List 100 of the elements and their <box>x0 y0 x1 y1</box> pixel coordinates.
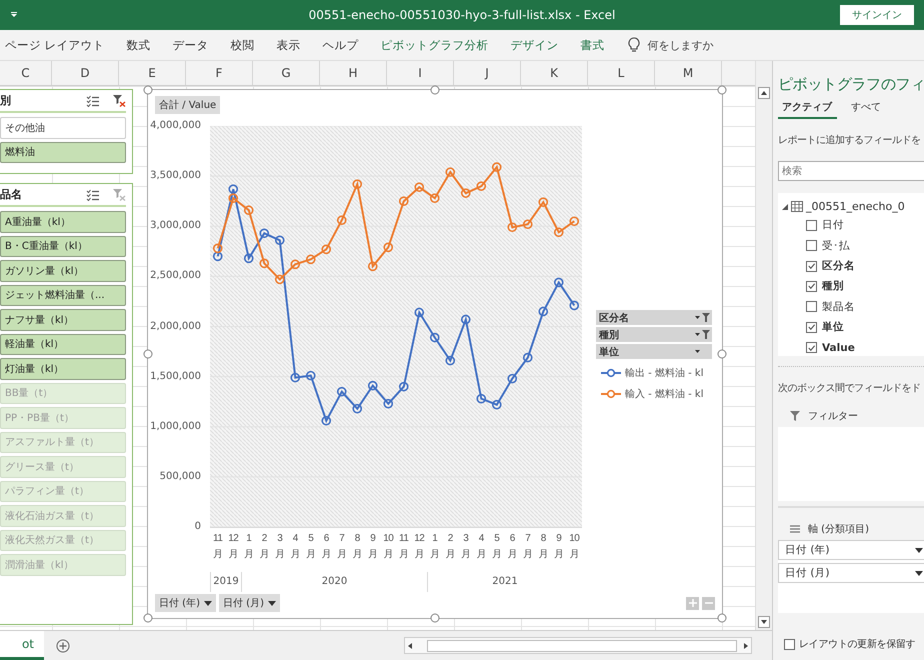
customize-toolbar-icon[interactable] <box>10 12 18 18</box>
x-axis-label: 12月 <box>227 532 240 562</box>
column-header[interactable]: F <box>186 61 253 85</box>
axis-field-dropdown[interactable]: 日付 (月) <box>778 563 924 583</box>
add-sheet-icon[interactable] <box>56 638 70 652</box>
data-point <box>368 380 378 390</box>
resize-handle[interactable] <box>144 614 152 622</box>
field-label: 日付 <box>822 218 844 232</box>
ribbon-tab[interactable]: ページ レイアウト <box>0 38 116 52</box>
axis-field-dropdown[interactable]: 日付 (年) <box>778 540 924 560</box>
data-point <box>336 386 347 396</box>
year-label: 2020 <box>322 576 348 587</box>
slicer-item[interactable]: ガソリン量（kl） <box>0 260 126 282</box>
slicer-item[interactable]: A重油量（kl） <box>0 211 126 232</box>
data-point <box>569 300 580 310</box>
column-header[interactable]: J <box>454 61 521 85</box>
ribbon-tab[interactable]: 表示 <box>266 38 312 52</box>
data-point <box>445 167 456 177</box>
x-axis-label: 11月 <box>212 532 224 562</box>
x-axis-label: 7月 <box>336 532 348 562</box>
ribbon-tab[interactable]: 数式 <box>116 38 162 52</box>
column-header[interactable]: H <box>320 61 387 85</box>
legend-label: 輸入 - 燃料油 - kl <box>625 388 704 401</box>
column-header[interactable]: G <box>253 61 320 85</box>
sign-in-button[interactable]: サインイン <box>840 5 914 25</box>
field-checkbox[interactable] <box>806 342 817 354</box>
data-point <box>430 193 440 203</box>
legend-field-button[interactable]: 単位 <box>596 344 712 359</box>
value-field-button[interactable]: 合計 / Value <box>155 96 220 114</box>
ribbon-tab[interactable]: デザイン <box>500 38 570 52</box>
slicer-item[interactable]: その他油 <box>0 117 126 138</box>
horizontal-scrollbar[interactable] <box>404 637 752 654</box>
ribbon-tab[interactable]: ピボットグラフ分析 <box>370 38 500 52</box>
ribbon-tab[interactable]: ヘルプ <box>312 38 370 52</box>
column-header[interactable]: C <box>0 61 52 85</box>
resize-handle[interactable] <box>144 350 152 358</box>
legend-field-button[interactable]: 種別 <box>596 327 712 342</box>
column-header[interactable]: D <box>52 61 119 85</box>
scroll-down-icon[interactable] <box>758 616 770 628</box>
scroll-up-icon[interactable] <box>758 87 770 99</box>
field-label: Value <box>822 342 855 354</box>
ribbon-tab[interactable]: 校閲 <box>220 38 266 52</box>
data-point <box>290 260 300 270</box>
field-checkbox[interactable] <box>806 240 817 252</box>
field-checkbox[interactable] <box>806 260 817 272</box>
collapse-triangle-icon[interactable] <box>782 204 788 210</box>
resize-handle[interactable] <box>430 86 440 94</box>
resize-handle[interactable] <box>718 614 726 622</box>
sheet-tab[interactable]: ot <box>0 631 44 660</box>
field-checkbox[interactable] <box>806 301 817 312</box>
slicer-item[interactable]: 軽油量（kl） <box>0 334 126 355</box>
defer-update-checkbox[interactable] <box>784 638 795 650</box>
column-header[interactable]: I <box>387 61 454 85</box>
tell-me-field[interactable]: 何をしますか <box>648 38 714 52</box>
slicer-item[interactable]: 灯油量（kl） <box>0 358 126 380</box>
data-point <box>430 332 440 342</box>
slicer-item[interactable]: ナフサ量（kl） <box>0 309 126 330</box>
data-point <box>212 252 223 262</box>
slicer-item[interactable]: ジェット燃料油量（... <box>0 284 126 306</box>
data-point <box>569 216 580 226</box>
ribbon-tab[interactable]: 書式 <box>570 38 616 52</box>
pane-tab[interactable]: アクティブ <box>778 98 837 119</box>
scroll-right-icon[interactable] <box>744 642 748 648</box>
y-axis-label: 4,000,000 <box>150 120 201 132</box>
clear-filter-icon[interactable] <box>112 94 126 107</box>
resize-handle[interactable] <box>144 86 152 94</box>
resize-handle[interactable] <box>430 614 440 622</box>
y-axis-label: 3,000,000 <box>150 220 201 232</box>
data-point <box>321 416 332 426</box>
data-point <box>398 196 409 206</box>
column-header[interactable]: L <box>588 61 655 85</box>
scroll-left-icon[interactable] <box>408 642 412 648</box>
slicer-item[interactable]: B・C重油量（kl） <box>0 236 126 257</box>
x-axis-label: 3月 <box>460 532 472 562</box>
column-header[interactable]: K <box>521 61 588 85</box>
axis-field-button[interactable]: 日付 (月) <box>218 594 280 612</box>
field-checkbox[interactable] <box>806 322 817 333</box>
field-label: 区分名 <box>822 259 855 274</box>
x-axis-label: 8月 <box>538 532 549 562</box>
search-field[interactable]: 検索 <box>778 161 924 181</box>
data-point <box>538 306 548 316</box>
table-name[interactable]: _00551_enecho_0 <box>806 200 905 213</box>
ribbon-tab[interactable]: データ <box>162 38 220 52</box>
resize-handle[interactable] <box>718 86 726 94</box>
legend-field-button[interactable]: 区分名 <box>596 310 712 325</box>
multi-select-icon[interactable] <box>86 94 100 106</box>
field-checkbox[interactable] <box>806 220 817 231</box>
pane-tab[interactable]: すべて <box>847 98 886 119</box>
vertical-scrollbar[interactable] <box>755 61 772 630</box>
axis-field-button[interactable]: 日付 (年) <box>155 594 216 612</box>
slicer-item[interactable]: 燃料油 <box>0 142 126 163</box>
data-point <box>476 181 486 191</box>
column-header[interactable]: E <box>119 61 186 85</box>
resize-handle[interactable] <box>718 350 726 358</box>
field-checkbox[interactable] <box>806 280 817 292</box>
column-header[interactable]: M <box>655 61 722 85</box>
multi-select-icon[interactable] <box>86 188 100 200</box>
data-point <box>522 219 533 230</box>
minus-icon <box>704 602 712 604</box>
slicer-title: 別 <box>0 93 12 108</box>
